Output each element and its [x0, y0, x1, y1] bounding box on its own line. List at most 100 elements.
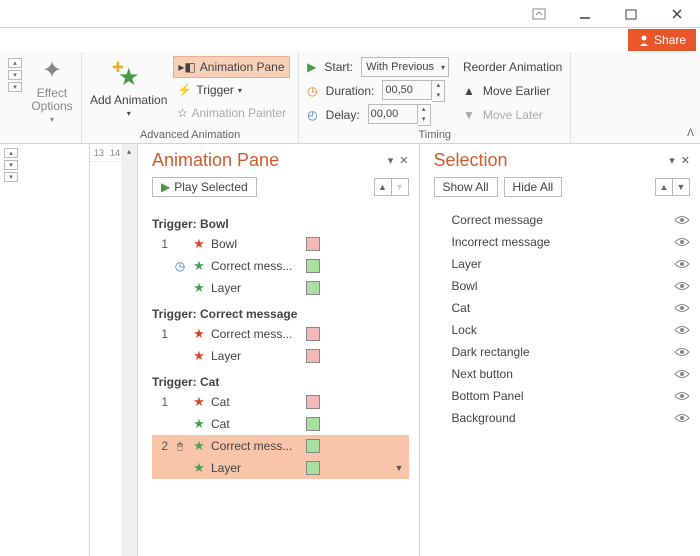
timing-bar [306, 327, 320, 341]
selection-item-label: Layer [452, 257, 482, 271]
animation-label: Correct mess... [211, 327, 301, 341]
pane-icon: ▸◧ [178, 60, 195, 74]
reorder-buttons: ▲ ▼ [375, 178, 409, 196]
sequence-number: 1 [154, 237, 168, 251]
visibility-eye-icon[interactable] [674, 215, 690, 225]
animation-row[interactable]: ★ Layer [152, 345, 409, 367]
effect-options-group: ▴▾▾ ✦ Effect Options ▾ [0, 52, 82, 143]
selection-item-label: Dark rectangle [452, 345, 530, 359]
selection-item[interactable]: Cat [452, 297, 691, 319]
selection-item[interactable]: Bowl [452, 275, 691, 297]
show-all-button[interactable]: Show All [434, 177, 498, 197]
selection-item-label: Background [452, 411, 516, 425]
selection-list[interactable]: Correct messageIncorrect message Layer Bow… [420, 205, 700, 433]
timing-bar [306, 439, 320, 453]
duration-icon: ◷ [307, 84, 317, 98]
share-button[interactable]: Share [628, 29, 696, 51]
effect-star-icon: ★ [192, 348, 206, 364]
painter-icon: ✫ [177, 106, 187, 120]
pane-menu-button[interactable]: ▾ [388, 154, 394, 167]
maximize-button[interactable] [608, 0, 654, 28]
selection-item[interactable]: Lock [452, 319, 691, 341]
animation-label: Cat [211, 417, 301, 431]
timing-bar [306, 237, 320, 251]
animation-row[interactable]: 2🖱★Correct mess... [152, 435, 409, 457]
selection-pane-title: Selection [434, 150, 508, 171]
sequence-number: 2 [154, 439, 168, 453]
timing-bar [306, 259, 320, 273]
visibility-eye-icon[interactable] [674, 303, 690, 313]
animation-list[interactable]: Trigger: Bowl1★Bowl◷★Correct mess...★Lay… [138, 205, 419, 556]
animation-label: Layer [211, 349, 301, 363]
selection-item-label: Cat [452, 301, 471, 315]
pane-menu-button[interactable]: ▾ [669, 154, 675, 167]
animation-row[interactable]: ◷★Correct mess... [152, 255, 409, 277]
vertical-scrollbar[interactable]: ▴ [121, 144, 137, 556]
visibility-eye-icon[interactable] [674, 391, 690, 401]
effect-star-icon: ★ [192, 416, 206, 432]
animation-row[interactable]: 1★Cat [152, 391, 409, 413]
visibility-eye-icon[interactable] [674, 325, 690, 335]
sel-move-up-button[interactable]: ▲ [655, 178, 673, 196]
close-button[interactable] [654, 0, 700, 28]
animation-painter-button: ✫ Animation Painter [173, 102, 290, 124]
animation-row[interactable]: 1★Bowl [152, 233, 409, 255]
selection-reorder-buttons: ▲ ▼ [656, 178, 690, 196]
animation-label: Layer [211, 461, 301, 475]
play-selected-button[interactable]: ▶ Play Selected [152, 177, 257, 197]
visibility-eye-icon[interactable] [674, 413, 690, 423]
visibility-eye-icon[interactable] [674, 369, 690, 379]
selection-item-label: Lock [452, 323, 477, 337]
share-row: Share [0, 28, 700, 52]
delay-input[interactable]: 00,00▴▾ [368, 104, 431, 126]
move-up-button[interactable]: ▲ [374, 178, 392, 196]
visibility-eye-icon[interactable] [674, 281, 690, 291]
sel-move-down-button[interactable]: ▼ [672, 178, 690, 196]
effect-options-button: ✦ Effect Options ▾ [26, 56, 78, 124]
pane-close-button[interactable]: ✕ [399, 154, 408, 167]
spinner-stub[interactable]: ▴▾▾ [8, 58, 22, 92]
trigger-button[interactable]: ⚡ Trigger ▾ [173, 79, 290, 101]
effect-star-icon: ★ [192, 280, 206, 296]
selection-item[interactable]: Background [452, 407, 691, 429]
row-menu-button[interactable]: ▼ [395, 463, 409, 473]
animation-pane-title: Animation Pane [152, 150, 279, 171]
move-earlier-button[interactable]: ▲Move Earlier [463, 80, 562, 102]
selection-item[interactable]: Dark rectangle [452, 341, 691, 363]
visibility-eye-icon[interactable] [674, 237, 690, 247]
animation-row[interactable]: 1★Correct mess... [152, 323, 409, 345]
timing-bar [306, 349, 320, 363]
selection-item[interactable]: Incorrect message [452, 231, 691, 253]
thumb-spinner[interactable]: ▴▾▾ [4, 148, 18, 182]
minimize-button[interactable] [562, 0, 608, 28]
effect-star-icon: ★ [192, 258, 206, 274]
animation-pane-button[interactable]: ▸◧ Animation Pane [173, 56, 290, 78]
selection-item[interactable]: Correct message [452, 209, 691, 231]
add-animation-button[interactable]: ★✚ Add Animation ▾ [90, 56, 167, 124]
collapse-ribbon-button[interactable]: ᐱ [687, 128, 694, 139]
hide-all-button[interactable]: Hide All [504, 177, 563, 197]
ribbon-display-options[interactable] [516, 0, 562, 28]
move-down-button[interactable]: ▼ [391, 178, 409, 196]
selection-item[interactable]: Layer [452, 253, 691, 275]
selection-item-label: Next button [452, 367, 513, 381]
trigger-icon: ⚡ [177, 83, 192, 97]
selection-item[interactable]: Next button [452, 363, 691, 385]
animation-label: Layer [211, 281, 301, 295]
animation-label: Correct mess... [211, 259, 301, 273]
pane-close-button[interactable]: ✕ [681, 154, 690, 167]
timing-bar [306, 281, 320, 295]
animation-row[interactable]: ★ Layer ▼ [152, 457, 409, 479]
window-titlebar [0, 0, 700, 28]
visibility-eye-icon[interactable] [674, 347, 690, 357]
start-dropdown[interactable]: With Previous [361, 57, 449, 77]
effect-star-icon: ★ [192, 460, 206, 476]
animation-row[interactable]: ★ Cat [152, 413, 409, 435]
animation-row[interactable]: ★ Layer [152, 277, 409, 299]
timing-bar [306, 395, 320, 409]
duration-input[interactable]: 00,50▴▾ [382, 80, 445, 102]
effect-star-icon: ★ [192, 394, 206, 410]
visibility-eye-icon[interactable] [674, 259, 690, 269]
effect-star-icon: ★ [192, 236, 206, 252]
selection-item[interactable]: Bottom Panel [452, 385, 691, 407]
